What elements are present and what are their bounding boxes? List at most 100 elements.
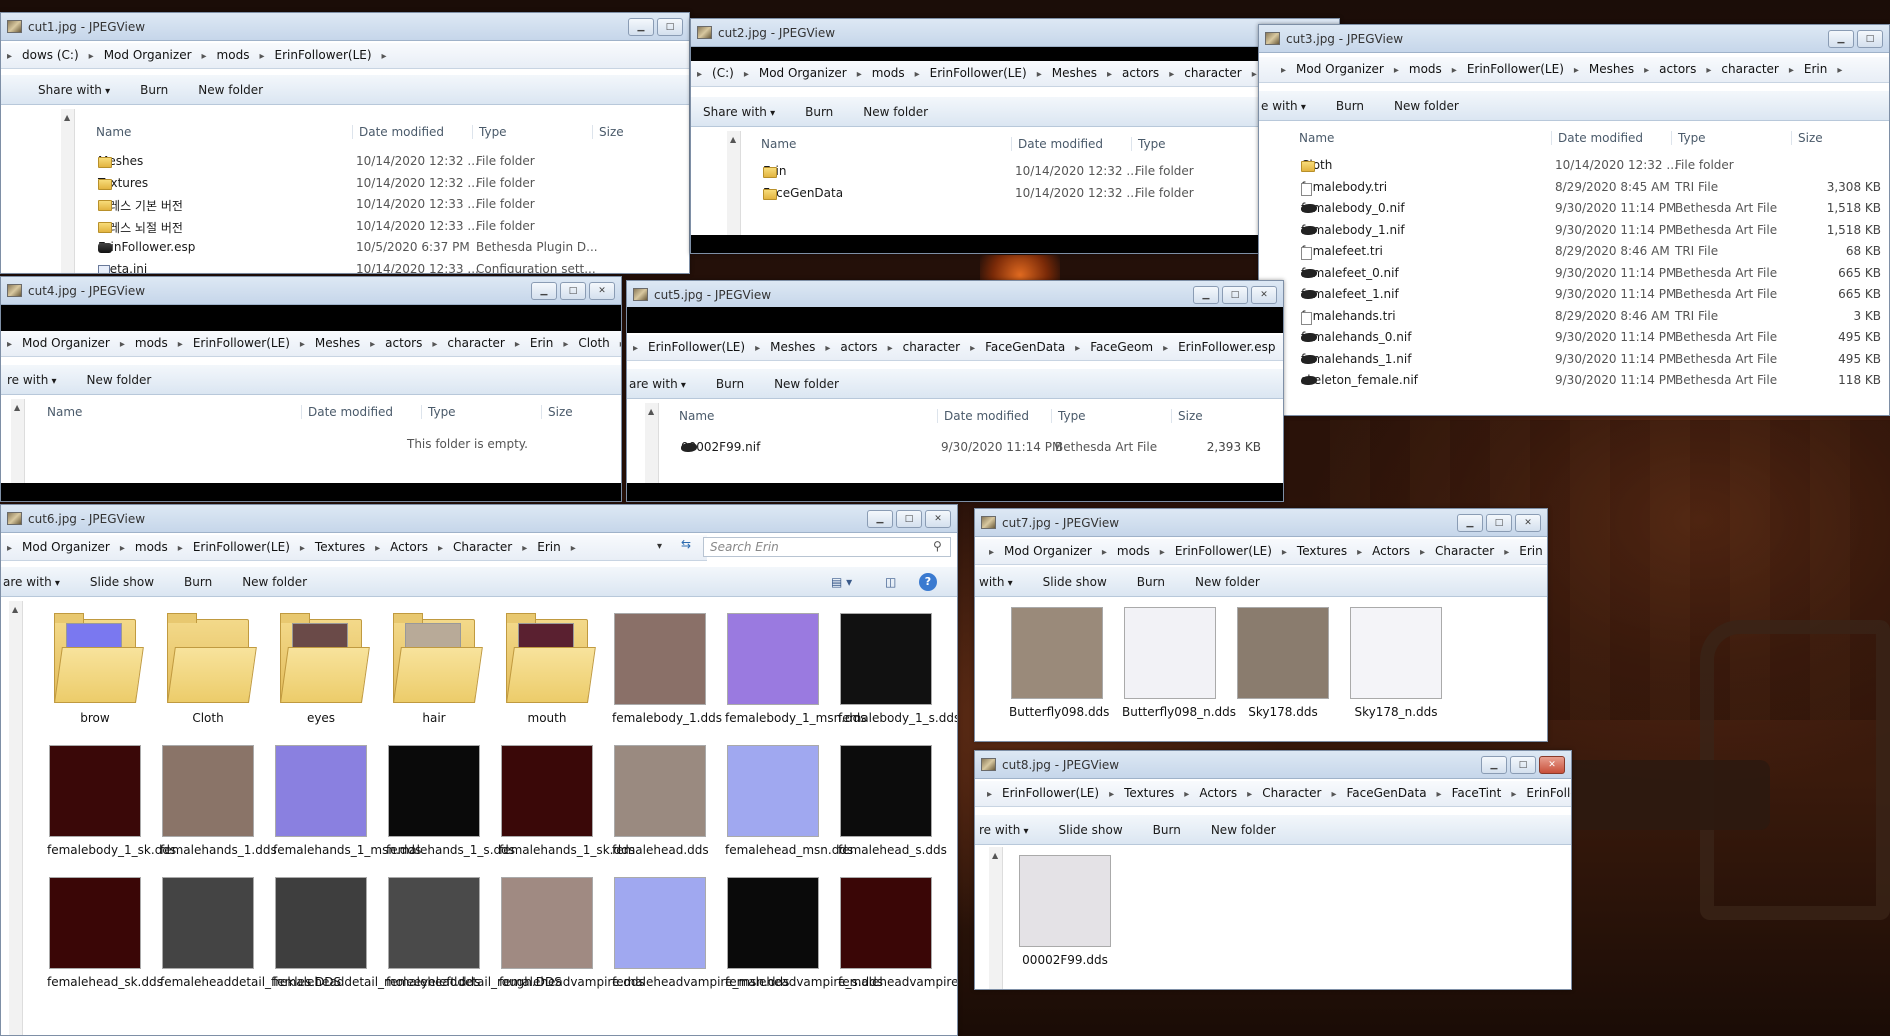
breadcrumb-separator-icon[interactable]: ▸ <box>7 51 12 62</box>
new-folder-button[interactable]: New folder <box>242 575 307 589</box>
col-name[interactable]: Name <box>1299 131 1334 145</box>
address-bar[interactable]: ▸ Mod Organizer ▸ mods ▸ ErinFollower(LE) ▸ Mes… <box>1 331 621 357</box>
new-folder-button[interactable]: New folder <box>1211 823 1276 837</box>
breadcrumb-separator-icon[interactable]: ▸ <box>744 69 749 80</box>
burn-button[interactable]: Burn <box>805 105 833 119</box>
breadcrumb-separator-icon[interactable]: ▸ <box>1837 65 1842 76</box>
breadcrumb-item[interactable]: actors <box>840 340 877 354</box>
burn-button[interactable]: Burn <box>1336 99 1364 113</box>
breadcrumb-item[interactable]: ErinFollower(LE) <box>930 66 1027 80</box>
scrollbar[interactable]: ▲ <box>645 403 659 483</box>
file-row[interactable]: 브레스 기본 버전 10/14/2020 12:33 ... File folder <box>98 194 689 215</box>
breadcrumb-item[interactable]: FaceGeom <box>1090 340 1153 354</box>
search-icon[interactable]: ⚲ <box>933 539 942 553</box>
thumbnail-item[interactable]: Sky178.dds <box>1235 607 1331 719</box>
breadcrumb-item[interactable]: Meshes <box>315 336 360 350</box>
maximize-button[interactable]: □ <box>1510 756 1536 774</box>
thumbnail-item[interactable]: femalehead.dds <box>612 745 709 857</box>
breadcrumb-separator-icon[interactable]: ▸ <box>370 339 375 350</box>
breadcrumb-item[interactable]: Erin <box>537 540 560 554</box>
col-type[interactable]: Type <box>1131 137 1166 151</box>
breadcrumb-item[interactable]: ErinFollower(LE) <box>648 340 745 354</box>
thumbnail-item[interactable]: hair <box>386 613 483 725</box>
file-row[interactable]: femalehands_1.nif 9/30/2020 11:14 PM Bethe… <box>1301 349 1889 370</box>
breadcrumb-separator-icon[interactable]: ▸ <box>1247 789 1252 800</box>
share-with-button[interactable]: are with <box>629 377 686 391</box>
breadcrumb-separator-icon[interactable]: ▸ <box>1452 65 1457 76</box>
share-with-button[interactable]: Share with <box>703 105 775 119</box>
title-bar[interactable]: cut5.jpg - JPEGView ▁ □ ✕ <box>627 281 1283 309</box>
breadcrumb-item[interactable]: mods <box>217 48 250 62</box>
breadcrumb-separator-icon[interactable]: ▸ <box>1504 547 1509 558</box>
window-cut5[interactable]: cut5.jpg - JPEGView ▁ □ ✕ ▸ ErinFollower(LE… <box>626 280 1284 502</box>
close-button[interactable]: ✕ <box>1251 286 1277 304</box>
share-with-button[interactable]: re with <box>7 373 57 387</box>
title-bar[interactable]: cut3.jpg - JPEGView ▁ □ <box>1259 25 1889 53</box>
col-type[interactable]: Type <box>1671 131 1706 145</box>
scrollbar[interactable]: ▲ <box>11 399 25 483</box>
file-row[interactable]: Cloth 10/14/2020 12:32 ... File folder <box>1301 155 1889 176</box>
share-with-button[interactable]: e with <box>1261 99 1306 113</box>
address-dropdown-icon[interactable]: ▾ <box>657 541 662 552</box>
scroll-up-icon[interactable]: ▲ <box>992 851 998 860</box>
breadcrumb-separator-icon[interactable]: ▸ <box>1075 343 1080 354</box>
breadcrumb-separator-icon[interactable]: ▸ <box>1331 789 1336 800</box>
breadcrumb-item[interactable]: dows (C:) <box>22 48 79 62</box>
col-type[interactable]: Type <box>421 405 456 419</box>
breadcrumb-item[interactable]: actors <box>385 336 422 350</box>
new-folder-button[interactable]: New folder <box>863 105 928 119</box>
thumbnail-item[interactable]: mouth <box>499 613 596 725</box>
breadcrumb-item[interactable]: mods <box>1117 544 1150 558</box>
breadcrumb-separator-icon[interactable]: ▸ <box>571 543 576 554</box>
scrollbar[interactable]: ▲ <box>61 109 75 273</box>
breadcrumb-separator-icon[interactable]: ▸ <box>1163 343 1168 354</box>
burn-button[interactable]: Burn <box>1137 575 1165 589</box>
breadcrumb-separator-icon[interactable]: ▸ <box>970 343 975 354</box>
share-with-button[interactable]: with <box>979 575 1013 589</box>
title-bar[interactable]: cut8.jpg - JPEGView ▁ □ ✕ <box>975 751 1571 779</box>
breadcrumb-separator-icon[interactable]: ▸ <box>1789 65 1794 76</box>
scrollbar[interactable]: ▲ <box>9 601 23 1035</box>
title-bar[interactable]: cut6.jpg - JPEGView ▁ □ ✕ <box>1 505 957 533</box>
breadcrumb-item[interactable]: Character <box>1262 786 1321 800</box>
thumbnail-item[interactable]: femalebody_1.dds <box>612 613 722 725</box>
breadcrumb-separator-icon[interactable]: ▸ <box>697 69 702 80</box>
breadcrumb-separator-icon[interactable]: ▸ <box>1420 547 1425 558</box>
breadcrumb-separator-icon[interactable]: ▸ <box>755 343 760 354</box>
breadcrumb-separator-icon[interactable]: ▸ <box>1160 547 1165 558</box>
breadcrumb-item[interactable]: Mod Organizer <box>1296 62 1384 76</box>
thumbnail-item[interactable]: femalebody_1_sk.dds <box>47 745 176 857</box>
refresh-icon[interactable]: ⇆ <box>675 537 697 557</box>
breadcrumb-separator-icon[interactable]: ▸ <box>382 51 387 62</box>
col-name[interactable]: Name <box>96 125 131 139</box>
thumbnail-item[interactable]: femaleheaddetail_moleeyeleft.dds <box>273 877 480 989</box>
breadcrumb-separator-icon[interactable]: ▸ <box>300 339 305 350</box>
share-with-button[interactable]: re with <box>979 823 1029 837</box>
slide-show-button[interactable]: Slide show <box>1059 823 1123 837</box>
breadcrumb-item[interactable]: Mod Organizer <box>104 48 192 62</box>
burn-button[interactable]: Burn <box>716 377 744 391</box>
breadcrumb-item[interactable]: Textures <box>1124 786 1174 800</box>
col-type[interactable]: Type <box>472 125 507 139</box>
scrollbar[interactable]: ▲ <box>727 131 741 237</box>
breadcrumb-separator-icon[interactable]: ▸ <box>7 339 12 350</box>
breadcrumb-item[interactable]: ErinFollower(LE) <box>1175 544 1272 558</box>
maximize-button[interactable]: □ <box>1222 286 1248 304</box>
col-size[interactable]: Size <box>541 405 573 419</box>
breadcrumb-item[interactable]: mods <box>1409 62 1442 76</box>
breadcrumb-item[interactable]: character <box>903 340 960 354</box>
col-size[interactable]: Size <box>1791 131 1823 145</box>
breadcrumb-item[interactable]: mods <box>872 66 905 80</box>
thumbnail-item[interactable]: femaleheadvampire.dds <box>499 877 645 989</box>
minimize-button[interactable]: ▁ <box>1481 756 1507 774</box>
maximize-button[interactable]: □ <box>1857 30 1883 48</box>
breadcrumb-separator-icon[interactable]: ▸ <box>120 339 125 350</box>
breadcrumb-separator-icon[interactable]: ▸ <box>259 51 264 62</box>
address-bar[interactable]: ▸ dows (C:) ▸ Mod Organizer ▸ mods ▸ ErinFollow… <box>1 43 689 69</box>
file-row[interactable]: ErinFollower.esp 10/5/2020 6:37 PM Bethesd… <box>98 237 689 258</box>
breadcrumb-separator-icon[interactable]: ▸ <box>515 339 520 350</box>
minimize-button[interactable]: ▁ <box>1193 286 1219 304</box>
title-bar[interactable]: cut7.jpg - JPEGView ▁ □ ✕ <box>975 509 1547 537</box>
breadcrumb-separator-icon[interactable]: ▸ <box>438 543 443 554</box>
address-bar[interactable]: ▸ Mod Organizer ▸ mods ▸ ErinFollower(LE) ▸ Tex… <box>975 539 1547 565</box>
